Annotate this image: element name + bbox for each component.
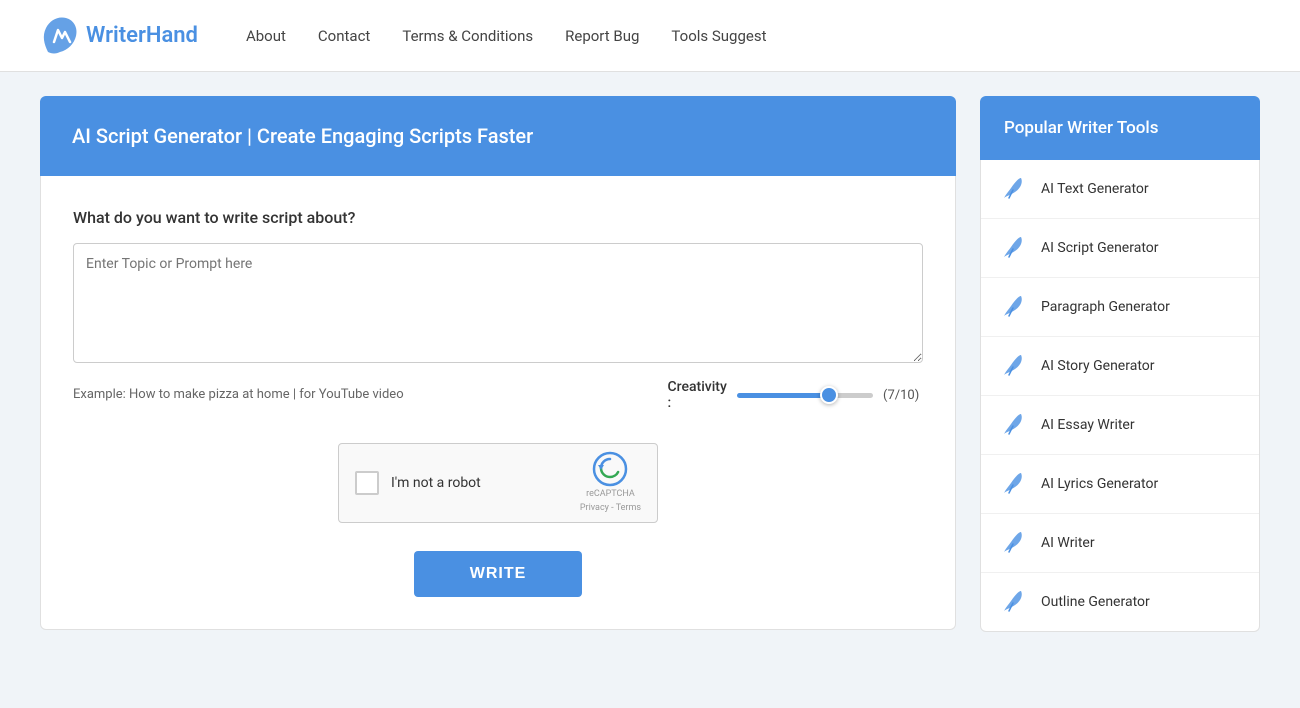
feather-icon-0 [1001,176,1027,202]
page-title: AI Script Generator | Create Engaging Sc… [40,96,956,176]
creativity-slider[interactable] [737,393,873,398]
sidebar-list: AI Text Generator AI Script Generator Pa… [980,160,1260,632]
write-button[interactable]: WRITE [414,551,583,597]
captcha-brand-line2: Privacy - Terms [580,503,641,515]
sidebar-item-ai-lyrics-generator[interactable]: AI Lyrics Generator [981,455,1259,514]
topic-input[interactable] [73,243,923,363]
creativity-control: Creativity : (7/10) [668,379,923,411]
form-panel: What do you want to write script about? … [40,176,956,630]
form-question: What do you want to write script about? [73,208,923,227]
sidebar-item-outline-generator[interactable]: Outline Generator [981,573,1259,631]
feather-icon-4 [1001,412,1027,438]
sidebar-item-label-2: Paragraph Generator [1041,299,1170,315]
feather-icon-7 [1001,589,1027,615]
nav-contact[interactable]: Contact [318,27,370,45]
feather-icon-5 [1001,471,1027,497]
form-meta: Example: How to make pizza at home | for… [73,379,923,411]
sidebar-item-ai-text-generator[interactable]: AI Text Generator [981,160,1259,219]
main-container: AI Script Generator | Create Engaging Sc… [0,72,1300,656]
creativity-value: (7/10) [883,388,923,403]
left-panel: AI Script Generator | Create Engaging Sc… [40,96,956,632]
example-text: Example: How to make pizza at home | for… [73,385,404,405]
right-panel: Popular Writer Tools AI Text Generator A… [980,96,1260,632]
sidebar-item-ai-story-generator[interactable]: AI Story Generator [981,337,1259,396]
captcha-logo: reCAPTCHA Privacy - Terms [580,451,641,514]
nav-about[interactable]: About [246,27,286,45]
sidebar-item-label-0: AI Text Generator [1041,181,1149,197]
sidebar-item-label-7: Outline Generator [1041,594,1150,610]
sidebar-item-label-5: AI Lyrics Generator [1041,476,1158,492]
captcha-label: I'm not a robot [391,475,568,491]
recaptcha-icon [592,451,628,487]
sidebar-item-label-6: AI Writer [1041,535,1095,551]
nav-report-bug[interactable]: Report Bug [565,27,639,45]
feather-icon-2 [1001,294,1027,320]
main-nav: About Contact Terms & Conditions Report … [246,27,767,45]
feather-icon-3 [1001,353,1027,379]
captcha-box: I'm not a robot reCAPTCHA Privacy - Term… [338,443,658,523]
nav-terms[interactable]: Terms & Conditions [402,27,533,45]
sidebar-header: Popular Writer Tools [980,96,1260,160]
site-header: WriterHand About Contact Terms & Conditi… [0,0,1300,72]
feather-icon-1 [1001,235,1027,261]
sidebar-item-ai-script-generator[interactable]: AI Script Generator [981,219,1259,278]
logo[interactable]: WriterHand [40,14,198,58]
sidebar-item-ai-essay-writer[interactable]: AI Essay Writer [981,396,1259,455]
sidebar-item-label-4: AI Essay Writer [1041,417,1135,433]
sidebar-item-ai-writer[interactable]: AI Writer [981,514,1259,573]
logo-text: WriterHand [86,23,198,48]
captcha-checkbox[interactable] [355,471,379,495]
sidebar-item-paragraph-generator[interactable]: Paragraph Generator [981,278,1259,337]
sidebar-item-label-1: AI Script Generator [1041,240,1159,256]
sidebar-item-label-3: AI Story Generator [1041,358,1155,374]
write-btn-container: WRITE [73,551,923,597]
captcha-area: I'm not a robot reCAPTCHA Privacy - Term… [73,443,923,523]
nav-tools-suggest[interactable]: Tools Suggest [671,27,766,45]
logo-icon [40,14,78,58]
captcha-brand-line1: reCAPTCHA [586,489,635,501]
feather-icon-6 [1001,530,1027,556]
creativity-label: Creativity : [668,379,727,411]
